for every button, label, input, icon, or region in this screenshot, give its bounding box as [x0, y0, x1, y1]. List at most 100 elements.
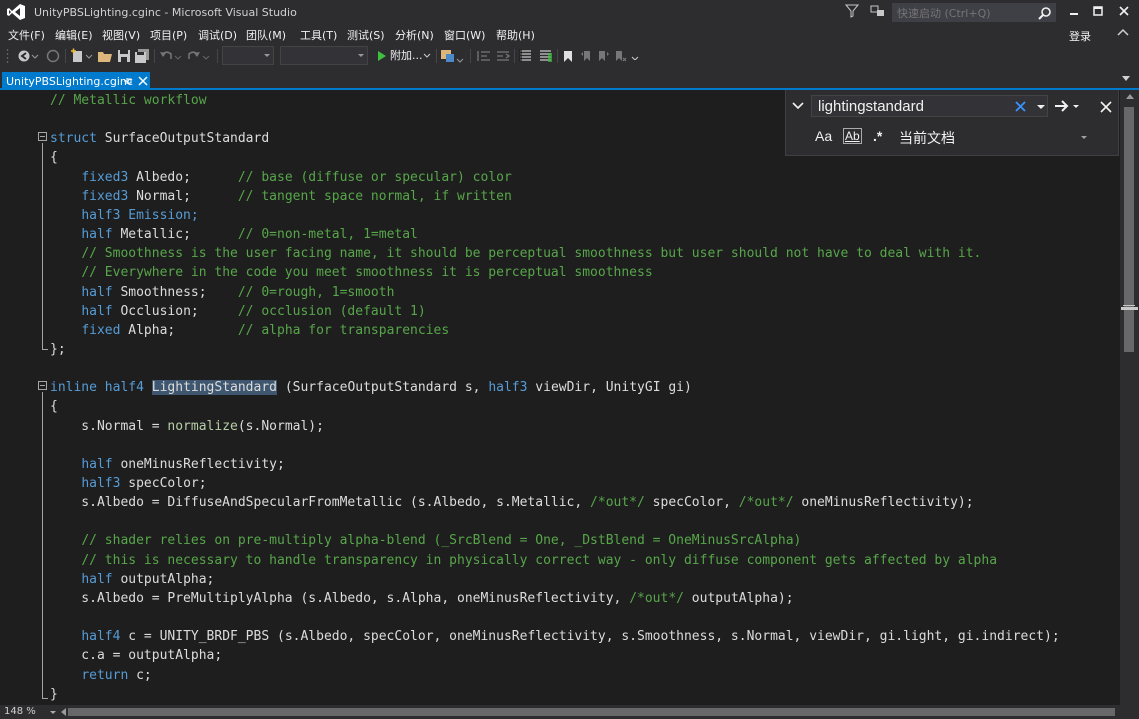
find-history-dropdown-icon[interactable]	[1037, 105, 1045, 109]
code-line[interactable]: half Smoothness; // 0=rough, 1=smooth	[50, 283, 394, 302]
code-editor[interactable]: // Metallic workflow struct SurfaceOutput…	[0, 90, 1120, 705]
uncomment-button[interactable]	[538, 47, 554, 65]
whole-word-toggle[interactable]: Ab	[843, 128, 862, 144]
toolbar-separator	[436, 49, 437, 63]
menu-edit[interactable]: 编辑(E)	[55, 27, 93, 43]
chevron-down-icon[interactable]	[50, 711, 56, 714]
menu-view[interactable]: 视图(V)	[102, 27, 140, 43]
zoom-level[interactable]: 148 %	[4, 706, 36, 717]
save-all-button[interactable]	[134, 47, 150, 65]
toggle-bookmark-button[interactable]	[561, 47, 575, 65]
forward-button[interactable]	[46, 47, 60, 65]
maximize-button[interactable]	[1084, 0, 1112, 22]
code-line[interactable]: s.Albedo = PreMultiplyAlpha (s.Albedo, s…	[50, 589, 793, 608]
menu-help[interactable]: 帮助(H)	[496, 27, 535, 43]
outdent-button[interactable]	[476, 47, 492, 65]
code-line[interactable]: half3 Emission;	[50, 206, 199, 225]
menu-analyze[interactable]: 分析(N)	[395, 27, 434, 43]
code-line[interactable]: fixed3 Normal; // tangent space normal, …	[50, 187, 511, 206]
comment-button[interactable]	[518, 47, 534, 65]
horizontal-scrollbar[interactable]	[68, 705, 1120, 719]
code-line[interactable]: half4 c = UNITY_BRDF_PBS (s.Albedo, spec…	[50, 627, 1059, 646]
find-in-files-button[interactable]	[440, 47, 466, 65]
next-bookmark-button[interactable]	[597, 47, 611, 65]
login-link[interactable]: 登录	[1069, 28, 1091, 44]
code-line[interactable]: half Occlusion; // occlusion (default 1)	[50, 302, 425, 321]
code-line[interactable]: inline half4 LightingStandard (SurfaceOu…	[50, 378, 692, 397]
redo-button[interactable]	[187, 47, 213, 65]
code-line[interactable]: half3 specColor;	[50, 474, 206, 493]
collapse-up-icon[interactable]	[1117, 27, 1129, 39]
attach-dropdown[interactable]	[422, 47, 432, 65]
vertical-scroll-thumb[interactable]	[1124, 107, 1134, 352]
code-line[interactable]: half Metallic; // 0=non-metal, 1=metal	[50, 225, 418, 244]
solution-config-combo[interactable]	[222, 46, 274, 65]
find-input[interactable]	[818, 98, 1008, 115]
new-project-button[interactable]	[70, 47, 94, 65]
code-line[interactable]: fixed Alpha; // alpha for transparencies	[50, 321, 449, 340]
chevron-down-icon[interactable]	[792, 101, 804, 111]
code-line[interactable]: {	[50, 148, 58, 167]
scroll-left-icon[interactable]	[61, 708, 66, 716]
notification-filter-icon[interactable]	[845, 4, 859, 18]
quick-launch-input[interactable]	[897, 5, 1037, 21]
attach-button[interactable]: 附加...	[390, 47, 423, 63]
match-case-toggle[interactable]: Aa	[815, 128, 832, 144]
search-scope-select[interactable]: 当前文档	[899, 128, 955, 148]
chevron-down-icon[interactable]	[1081, 136, 1087, 139]
code-line[interactable]: // this is necessary to handle transpare…	[50, 551, 997, 570]
menu-window[interactable]: 窗口(W)	[444, 27, 485, 43]
horizontal-scroll-thumb[interactable]	[68, 708, 1115, 716]
feedback-icon[interactable]	[870, 4, 886, 18]
menu-test[interactable]: 测试(S)	[347, 27, 385, 43]
open-file-button[interactable]	[97, 47, 113, 65]
close-icon[interactable]	[1100, 101, 1112, 113]
close-window-button[interactable]	[1110, 0, 1138, 22]
save-button[interactable]	[116, 47, 132, 65]
prev-bookmark-button[interactable]	[579, 47, 593, 65]
quick-launch-box[interactable]	[892, 3, 1056, 22]
menu-team[interactable]: 团队(M)	[246, 27, 286, 43]
code-line[interactable]: // Metallic workflow	[50, 91, 207, 110]
find-mode-dropdown-icon[interactable]	[1073, 105, 1079, 108]
vertical-scrollbar[interactable]	[1120, 90, 1139, 705]
code-token: half3 Emission;	[81, 207, 199, 223]
undo-button[interactable]	[159, 47, 185, 65]
close-icon[interactable]	[138, 76, 148, 86]
regex-toggle[interactable]: .*	[873, 128, 882, 144]
code-line[interactable]: half oneMinusReflectivity;	[50, 455, 285, 474]
search-icon[interactable]	[1038, 6, 1052, 20]
collapse-icon[interactable]	[38, 381, 47, 390]
find-next-arrow-icon[interactable]	[1054, 99, 1070, 113]
code-line[interactable]: struct SurfaceOutputStandard	[50, 129, 269, 148]
tab-list-dropdown-icon[interactable]	[1122, 76, 1130, 81]
back-button[interactable]	[17, 47, 43, 65]
code-line[interactable]: fixed3 Albedo; // base (diffuse or specu…	[50, 168, 511, 187]
code-line[interactable]: half outputAlpha;	[50, 570, 214, 589]
start-debug-button[interactable]	[375, 47, 389, 65]
code-line[interactable]: }	[50, 685, 58, 704]
pin-icon[interactable]	[123, 76, 133, 86]
menu-tools[interactable]: 工具(T)	[300, 27, 337, 43]
scroll-up-icon[interactable]	[1126, 94, 1134, 99]
collapse-icon[interactable]	[38, 132, 47, 141]
indent-button[interactable]	[495, 47, 511, 65]
code-line[interactable]: };	[50, 340, 66, 359]
code-line[interactable]: // Everywhere in the code you meet smoot…	[50, 263, 652, 282]
find-field[interactable]	[811, 95, 1048, 117]
toolbar-overflow-button[interactable]	[630, 47, 640, 65]
code-line[interactable]: s.Normal = normalize(s.Normal);	[50, 417, 324, 436]
menu-project[interactable]: 项目(P)	[150, 27, 187, 43]
menu-file[interactable]: 文件(F)	[8, 27, 45, 43]
code-line[interactable]: return c;	[50, 666, 151, 685]
toolbar-grip[interactable]	[5, 47, 9, 65]
code-line[interactable]: {	[50, 397, 58, 416]
code-line[interactable]: c.a = outputAlpha;	[50, 646, 222, 665]
code-line[interactable]: // Smoothness is the user facing name, i…	[50, 244, 981, 263]
menu-debug[interactable]: 调试(D)	[198, 27, 237, 43]
solution-platform-combo[interactable]	[280, 46, 368, 65]
code-line[interactable]: s.Albedo = DiffuseAndSpecularFromMetalli…	[50, 493, 973, 512]
clear-search-icon[interactable]	[1015, 101, 1026, 112]
code-line[interactable]: // shader relies on pre-multiply alpha-b…	[50, 531, 801, 550]
clear-bookmarks-button[interactable]	[614, 47, 628, 65]
